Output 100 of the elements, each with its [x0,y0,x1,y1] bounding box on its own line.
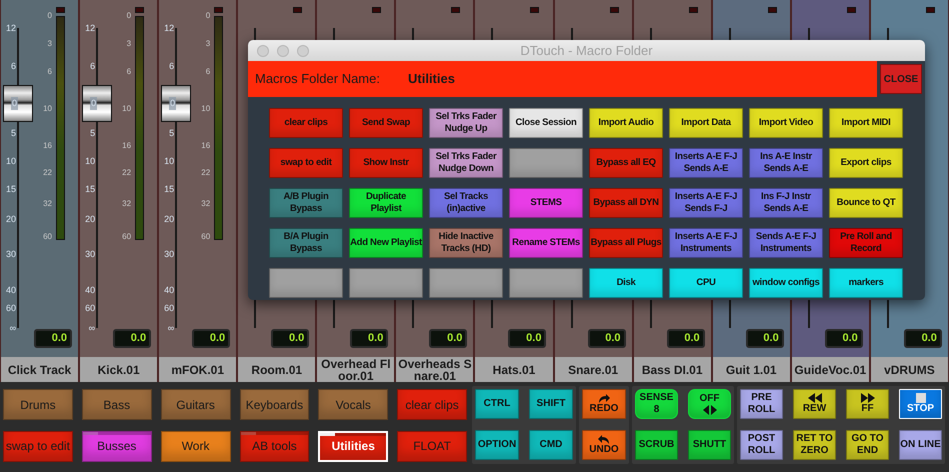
readout: 0.0 [824,329,863,348]
macro-button[interactable]: Sel Tracks (in)active [429,188,503,218]
macro-button[interactable]: Guitars [160,389,230,420]
macro-button[interactable]: Pre Roll and Record [829,228,903,258]
macro-button[interactable]: swap to edit [269,148,343,178]
control-button[interactable]: OPTION [475,430,519,460]
window-control[interactable] [257,45,269,57]
folder-name: Utilities [408,70,455,88]
window-control[interactable] [297,45,309,57]
macro-button[interactable]: Drums [3,389,73,420]
macro-button[interactable]: Vocals [318,389,388,420]
macro-button[interactable]: Sel Trks Fader Nudge Down [429,148,503,178]
macro-button[interactable]: Hide Inactive Tracks (HD) [429,228,503,258]
close-button[interactable]: CLOSE [880,64,922,94]
macro-button[interactable]: Bass [82,389,152,420]
track-name: Snare.01 [554,357,632,382]
meter-label: 6 [126,67,132,77]
scale-label: 15 [163,184,174,194]
clip-indicator [293,7,302,13]
macro-button[interactable]: Ins F-J Instr Sends A-E [749,188,823,218]
empty-macro-button[interactable] [509,148,583,178]
track-name: Hats.01 [475,357,553,382]
macro-button[interactable]: FLOAT [397,430,467,462]
macro-button[interactable]: window configs [749,268,823,298]
macro-button[interactable]: Bypass all DYN [589,188,663,218]
control-button[interactable]: POST ROLL [740,430,783,460]
track-name: mFOK.01 [159,357,236,382]
clip-indicator [451,7,460,13]
window-control[interactable] [277,45,289,57]
control-button[interactable]: SHUTT [688,430,731,460]
macro-button[interactable]: B/A Plugin Bypass [269,228,343,258]
scale-label: ∞ [88,323,96,333]
empty-macro-button[interactable] [269,268,343,298]
control-button[interactable]: GO TO END [846,430,889,460]
control-button[interactable]: ON LINE [899,430,942,460]
control-button[interactable]: UNDO [582,430,626,460]
macro-button[interactable]: Ins A-E Instr Sends A-E [749,148,823,178]
folder-button[interactable]: Busses [82,430,152,462]
macro-button[interactable]: Sends A-E F-J Instruments [749,228,823,258]
control-button[interactable]: PRE ROLL [740,389,783,419]
macro-button[interactable]: Import Audio [589,108,663,138]
macro-button[interactable]: Duplicate Playlist [349,188,423,218]
macro-button[interactable]: markers [829,268,903,298]
macro-button[interactable]: Rename STEMs [509,228,583,258]
macro-button[interactable]: Bypass all Plugs [589,228,663,258]
control-button[interactable]: RET TO ZERO [793,430,836,460]
macro-button[interactable]: Inserts A-E F-J Sends F-J [669,188,743,218]
macro-button[interactable]: Sel Trks Fader Nudge Up [429,108,503,138]
control-button[interactable]: SENSE 8 [635,389,678,419]
folder-button[interactable]: Utilities [318,430,388,462]
scale-label: 30 [163,249,174,259]
scale-label: 12 [4,23,16,33]
control-button[interactable]: REDO [582,389,626,419]
macro-button[interactable]: Close Session [509,108,583,138]
control-button[interactable]: REW [793,389,836,419]
macro-button[interactable]: Inserts A-E F-J Instruments [669,228,743,258]
macro-button[interactable]: Import MIDI [829,108,903,138]
control-button[interactable]: CTRL [475,389,519,419]
scale-label: 60 [4,303,16,313]
macro-button[interactable]: STEMS [509,188,583,218]
macro-button[interactable]: Import Data [669,108,743,138]
macro-button[interactable]: Inserts A-E F-J Sends A-E [669,148,743,178]
control-button[interactable]: STOP [899,389,942,419]
scale-label: 5 [10,128,16,138]
control-button[interactable]: SCRUB [635,430,678,460]
control-button[interactable]: CMD [529,430,573,460]
macro-button[interactable]: Disk [589,268,663,298]
readout: 0.0 [192,329,230,348]
macro-button[interactable]: Add New Playlist [349,228,423,258]
clip-indicator [688,7,698,13]
control-button[interactable]: OFF [688,389,731,419]
readout: 0.0 [508,329,546,348]
macro-button[interactable]: Bypass all EQ [589,148,663,178]
empty-macro-button[interactable] [429,268,503,298]
macro-button[interactable]: Export clips [829,148,903,178]
macro-button[interactable]: clear clips [269,108,343,138]
empty-macro-button[interactable] [349,268,423,298]
macro-button[interactable]: Send Swap [349,108,423,138]
macro-button[interactable]: swap to edit [3,430,73,462]
macro-button[interactable]: Bounce to QT [829,188,903,218]
macro-button[interactable]: A/B Plugin Bypass [269,188,343,218]
readout: 0.0 [666,329,705,348]
macro-button[interactable]: Import Video [749,108,823,138]
track-name: GuideVoc.01 [792,357,869,382]
scale-label: 10 [163,156,174,166]
meter-label: 10 [200,104,210,114]
scale-label: 5 [168,128,174,138]
macro-button[interactable]: Keyboards [240,389,310,420]
folder-button[interactable]: AB tools [240,430,310,462]
meter-label: 0 [126,11,132,21]
macro-button[interactable]: CPU [669,268,743,298]
macro-button[interactable]: Work [160,430,230,462]
empty-macro-button[interactable] [509,268,583,298]
scale-label: 60 [84,303,96,313]
macro-button[interactable]: Show Instr [349,148,423,178]
clip-indicator [135,7,144,13]
control-button[interactable]: FF [846,389,889,419]
macro-button[interactable]: clear clips [397,389,467,420]
meter-label: 10 [121,104,132,114]
control-button[interactable]: SHIFT [529,389,573,419]
